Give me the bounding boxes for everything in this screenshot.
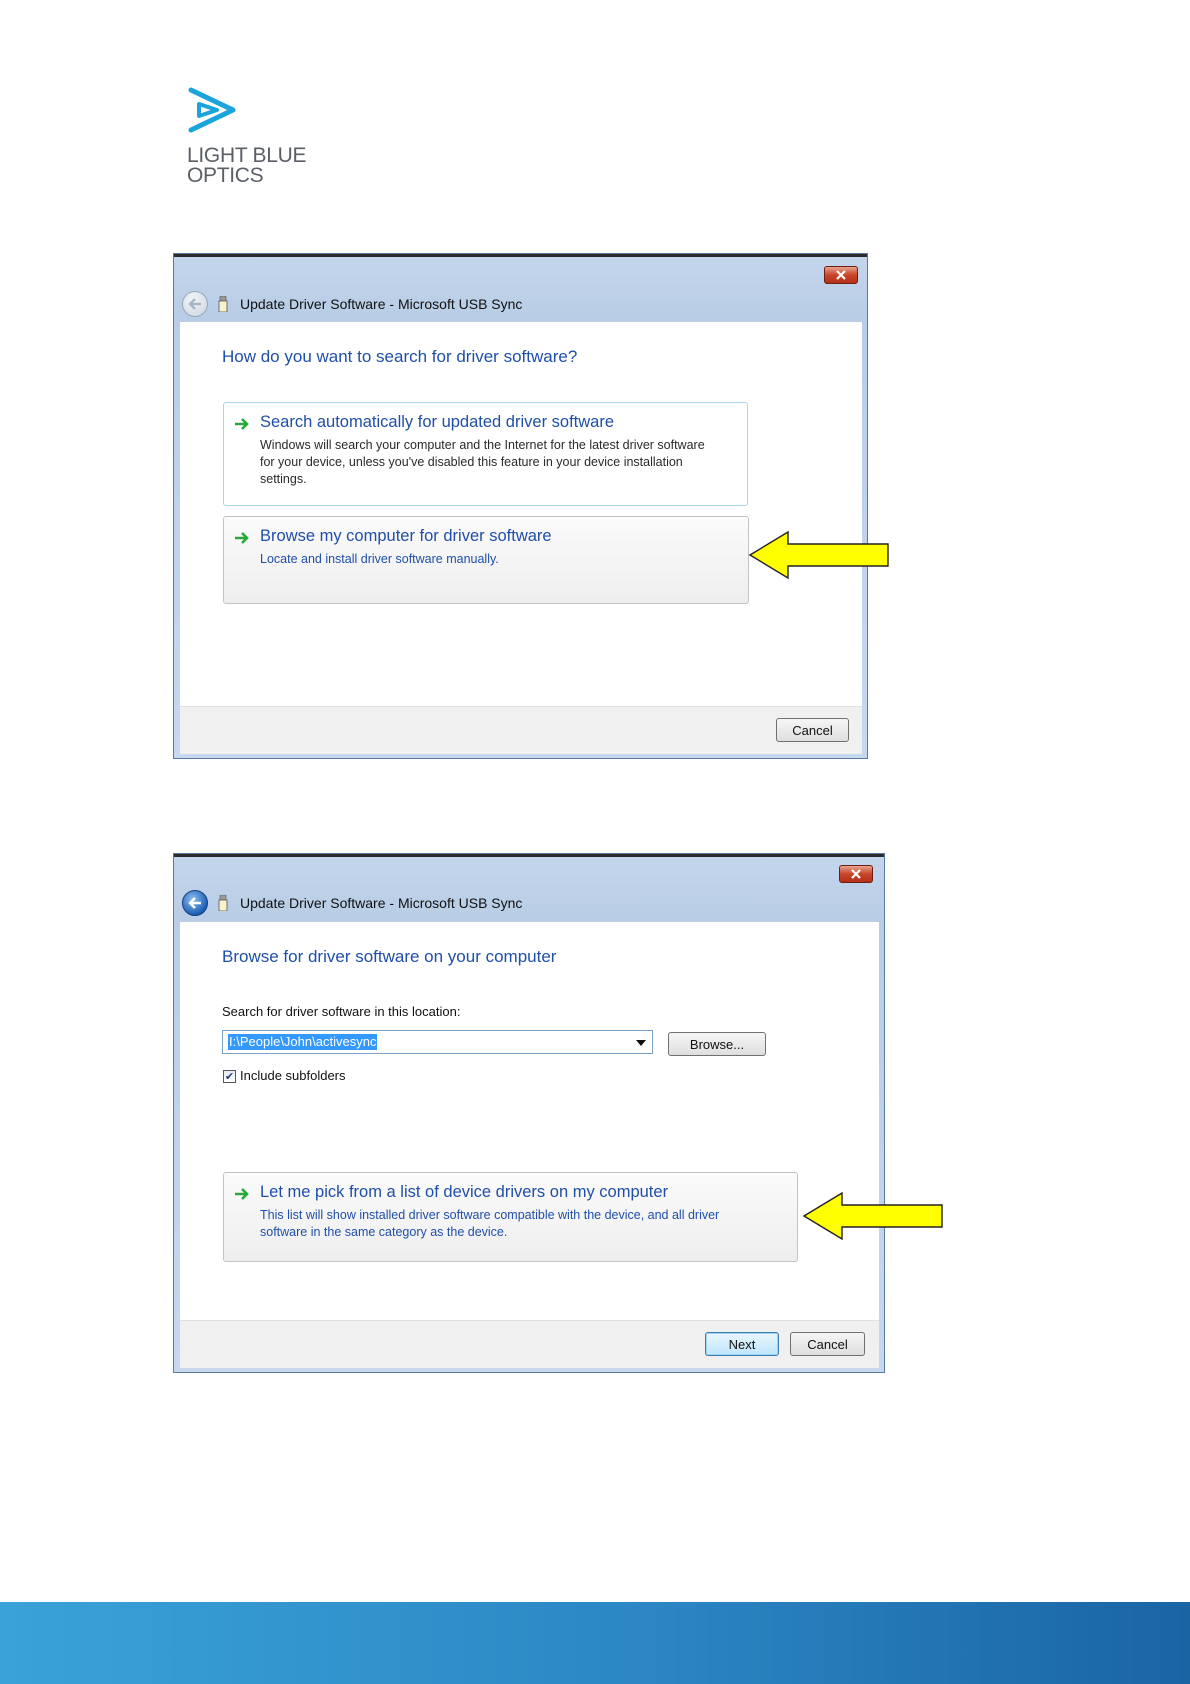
dialog-footer: Next Cancel: [180, 1320, 879, 1368]
back-button[interactable]: [182, 291, 208, 317]
back-button[interactable]: [182, 890, 208, 916]
dialog-footer: Cancel: [180, 706, 862, 754]
green-arrow-icon: [235, 1188, 249, 1200]
search-location-value: I:\People\John\activesync: [228, 1034, 378, 1050]
titlebar: Update Driver Software - Microsoft USB S…: [182, 888, 522, 918]
cancel-button[interactable]: Cancel: [790, 1332, 865, 1356]
option-description: This list will show installed driver sof…: [260, 1207, 719, 1241]
checkmark-icon: ✔: [224, 1070, 235, 1083]
dialog-search-method: Update Driver Software - Microsoft USB S…: [173, 253, 868, 759]
chevron-down-icon[interactable]: [636, 1040, 646, 1046]
close-button[interactable]: [824, 266, 858, 284]
search-automatically-option[interactable]: Search automatically for updated driver …: [223, 402, 748, 506]
footer-band: [0, 1602, 1190, 1684]
page-heading: How do you want to search for driver sof…: [222, 347, 578, 366]
back-arrow-icon: [188, 897, 201, 909]
option-description: Windows will search your computer and th…: [260, 437, 705, 488]
option-description-line: This list will show installed driver sof…: [260, 1208, 720, 1222]
pick-from-list-option[interactable]: Let me pick from a list of device driver…: [223, 1172, 798, 1262]
dialog-client-area: Browse for driver software on your compu…: [180, 922, 879, 1368]
titlebar: Update Driver Software - Microsoft USB S…: [182, 289, 522, 319]
option-description-line: settings.: [260, 472, 307, 486]
light-blue-optics-logo: LIGHT BLUE OPTICS: [187, 86, 327, 186]
usb-device-icon: [218, 895, 228, 911]
option-title: Browse my computer for driver software: [260, 527, 552, 545]
option-title: Search automatically for updated driver …: [260, 413, 615, 431]
usb-device-icon: [218, 296, 228, 312]
green-arrow-icon: [235, 418, 249, 430]
logo-chevron-icon: [188, 87, 236, 133]
green-arrow-icon: [235, 532, 249, 544]
logo-line1: LIGHT BLUE: [187, 144, 307, 167]
page-heading: Browse for driver software on your compu…: [222, 947, 557, 966]
option-description-line: software in the same category as the dev…: [260, 1225, 508, 1239]
browse-my-computer-option[interactable]: Browse my computer for driver software L…: [223, 516, 749, 604]
close-icon: [836, 270, 846, 280]
next-button[interactable]: Next: [705, 1332, 779, 1356]
dialog-browse-location: Update Driver Software - Microsoft USB S…: [173, 853, 885, 1373]
logo-text: LIGHT BLUE OPTICS: [187, 144, 307, 187]
close-icon: [851, 869, 861, 879]
window-title: Update Driver Software - Microsoft USB S…: [240, 296, 523, 312]
search-location-combobox[interactable]: I:\People\John\activesync: [222, 1030, 653, 1054]
include-subfolders-label: Include subfolders: [240, 1068, 346, 1083]
window-title: Update Driver Software - Microsoft USB S…: [240, 895, 523, 911]
browse-button[interactable]: Browse...: [668, 1032, 766, 1056]
option-description-line: for your device, unless you've disabled …: [260, 455, 683, 469]
close-button[interactable]: [839, 865, 873, 883]
search-location-label: Search for driver software in this locat…: [222, 1004, 461, 1019]
cancel-button[interactable]: Cancel: [776, 718, 849, 742]
window-top-edge: [174, 254, 867, 257]
window-top-edge: [174, 854, 884, 857]
back-arrow-icon: [188, 298, 201, 310]
option-title: Let me pick from a list of device driver…: [260, 1183, 669, 1201]
option-description: Locate and install driver software manua…: [260, 552, 499, 566]
option-description-line: Windows will search your computer and th…: [260, 438, 705, 452]
include-subfolders-checkbox[interactable]: ✔: [223, 1070, 236, 1083]
yellow-pointer-arrow: [748, 530, 889, 580]
logo-line2: OPTICS: [187, 164, 264, 187]
yellow-pointer-arrow: [802, 1191, 943, 1241]
